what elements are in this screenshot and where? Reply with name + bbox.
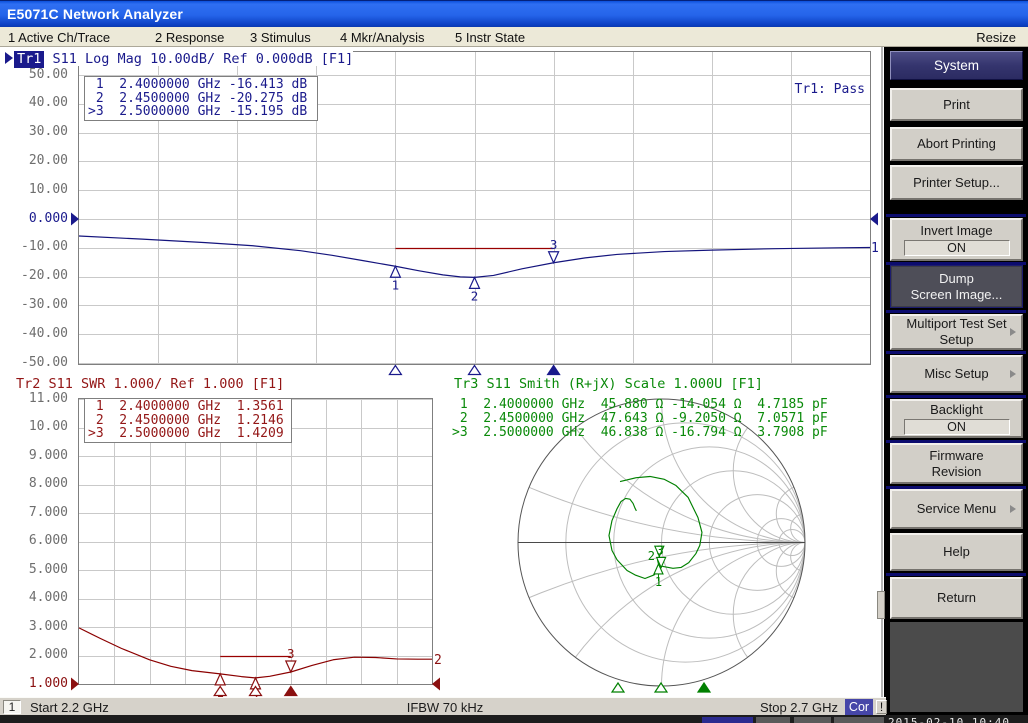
softkey-separator [886,395,1026,398]
menu-item-1[interactable]: 1 Active Ch/Trace [8,30,110,45]
y-axis-label: 10.00 [6,419,68,434]
ifbw-readout: IFBW 70 kHz [380,700,510,715]
y-axis-label: 7.000 [6,505,68,520]
softkey-multiport-test-set-setup[interactable]: Multiport Test SetSetup [890,314,1023,350]
softkey-separator [886,310,1026,313]
trace2-marker-table: 1 2.4000000 GHz 1.3561 2 2.4500000 GHz 1… [84,398,292,443]
y-axis-label: 10.00 [6,182,68,197]
y-axis-label: 30.00 [6,124,68,139]
trace1-limit-result: Tr1: Pass [760,82,865,97]
status-bar: 1 Start 2.2 GHz IFBW 70 kHz Stop 2.7 GHz… [0,697,886,715]
trace1-header-spacer [44,51,52,67]
softkey-abort-printing[interactable]: Abort Printing [890,127,1023,161]
softkey-separator [886,573,1026,576]
active-trace-arrow-icon [5,52,13,64]
trace1-label: Tr1 [14,51,44,68]
softkey-menu-title: System [890,51,1023,80]
taskbar-task[interactable] [834,717,884,723]
softkey-printer-setup[interactable]: Printer Setup... [890,165,1023,200]
menu-item-2[interactable]: 2 Response [155,30,224,45]
y-axis-label: -50.00 [6,355,68,370]
instrument-screen: E5071C Network Analyzer Resize 1 Active … [0,0,1028,723]
y-axis-label: -40.00 [6,326,68,341]
softkey-state: ON [904,419,1010,435]
softkey-return[interactable]: Return [890,577,1023,619]
trace3-header: Tr3 S11 Smith (R+jX) Scale 1.000U [F1] [454,376,763,392]
splitter-handle[interactable] [877,591,885,619]
window-title: E5071C Network Analyzer [7,6,183,22]
y-axis-label: -20.00 [6,268,68,283]
softkey-service-menu[interactable]: Service Menu [890,489,1023,529]
softkey-print[interactable]: Print [890,88,1023,121]
alert-indicator: ! [876,700,887,714]
taskbar-task[interactable] [756,717,790,723]
taskbar-active-task[interactable] [702,717,753,723]
y-axis-label: 8.000 [6,476,68,491]
taskbar-task[interactable] [794,717,831,723]
channel-indicator: 1 [3,700,21,714]
y-axis-label: 6.000 [6,533,68,548]
stop-frequency: Stop 2.7 GHz [700,700,838,715]
y-axis-label: 5.000 [6,562,68,577]
menu-item-3[interactable]: 3 Stimulus [250,30,311,45]
softkey-backlight[interactable]: BacklightON [890,399,1023,438]
submenu-arrow-icon [1010,505,1016,513]
y-axis-label: 9.000 [6,448,68,463]
menu-bar: Resize 1 Active Ch/Trace 2 Response 3 Stim… [0,27,1028,47]
y-axis-label: -30.00 [6,297,68,312]
softkey-separator [886,214,1026,217]
y-axis-label: 0.000 [6,211,68,226]
y-axis-label: -10.00 [6,239,68,254]
y-axis-label: 20.00 [6,153,68,168]
softkey-help[interactable]: Help [890,533,1023,571]
submenu-arrow-icon [1010,370,1016,378]
y-axis-label: 11.00 [6,391,68,406]
correction-badge: Cor [845,699,873,715]
menu-item-resize[interactable]: Resize [976,30,1016,45]
y-axis-label: 2.000 [6,647,68,662]
menu-item-4[interactable]: 4 Mkr/Analysis [340,30,425,45]
softkey-firmware-revision[interactable]: FirmwareRevision [890,443,1023,484]
trace1-header-text: S11 Log Mag 10.00dB/ Ref 0.000dB [F1] [53,51,354,67]
taskbar-sliver: 2015-02-10 10:40 [0,715,1028,723]
y-axis-label: 3.000 [6,619,68,634]
softkey-separator [886,351,1026,354]
title-bar: E5071C Network Analyzer [0,0,1028,27]
menu-item-5[interactable]: 5 Instr State [455,30,525,45]
softkey-invert-image[interactable]: Invert ImageON [890,218,1023,261]
softkey-state: ON [904,240,1010,256]
trace1-marker-table: 1 2.4000000 GHz -16.413 dB 2 2.4500000 G… [84,76,318,121]
y-axis-label: 40.00 [6,95,68,110]
softkey-panel-footer [890,622,1023,712]
y-axis-label: 1.000 [6,676,68,691]
display-area [0,47,884,697]
y-axis-label: 50.00 [6,67,68,82]
softkey-dump-screen-image[interactable]: DumpScreen Image... [890,265,1023,308]
softkey-panel: System Print Abort Printing Printer Setup.… [884,47,1028,716]
taskbar-clock: 2015-02-10 10:40 [888,716,1010,723]
start-frequency: Start 2.2 GHz [30,700,109,715]
trace1-header: Tr1 S11 Log Mag 10.00dB/ Ref 0.000dB [F1… [5,50,353,66]
softkey-misc-setup[interactable]: Misc Setup [890,355,1023,393]
submenu-arrow-icon [1010,328,1016,336]
trace3-marker-table: 1 2.4000000 GHz 45.880 Ω -14.054 Ω 4.718… [452,398,828,439]
y-axis-label: 4.000 [6,590,68,605]
